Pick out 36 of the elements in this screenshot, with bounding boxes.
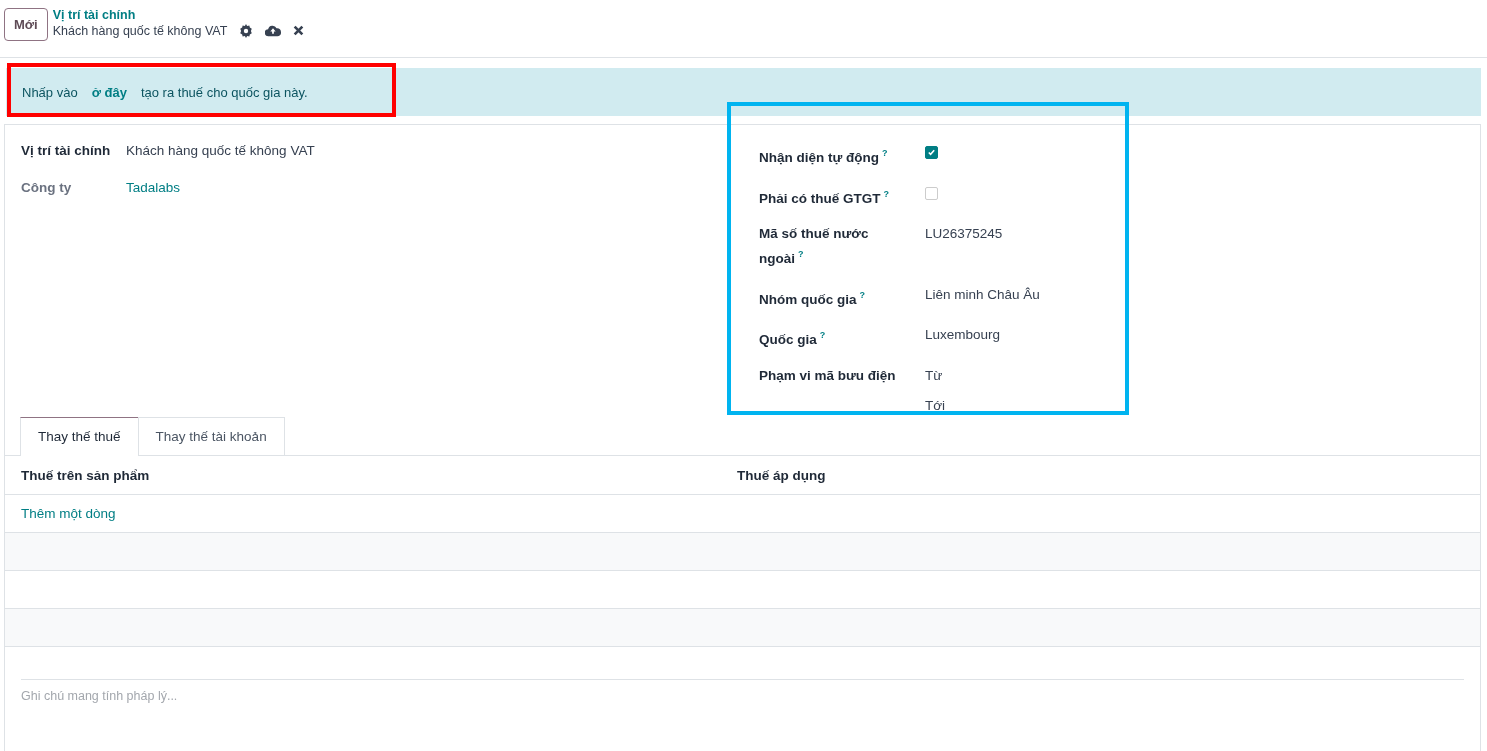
field-label: Mã số thuế nước ngoài $^{?}$ <box>759 225 870 268</box>
add-line-link[interactable]: Thêm một dòng <box>21 506 116 521</box>
breadcrumb-link[interactable]: Vị trí tài chính <box>52 6 305 23</box>
field-label: Phải có thuế GTGT $^{?}$ <box>759 187 890 207</box>
range-field[interactable]: Tới <box>925 395 1480 416</box>
tab[interactable]: Thay thế thuế <box>20 417 139 456</box>
field-label: Nhóm quốc gia $^{?}$ <box>759 288 866 309</box>
help-tooltip[interactable]: ? <box>883 188 889 199</box>
here-link[interactable]: ở đây <box>91 84 127 100</box>
range-field[interactable]: Từ <box>925 365 1480 386</box>
new-button[interactable]: Mới <box>4 8 48 41</box>
close-icon[interactable] <box>293 25 305 36</box>
field-label: Vị trí tài chính <box>21 143 112 160</box>
field-label: Quốc gia $^{?}$ <box>759 329 827 349</box>
field-label: Nhận diện tự động $^{?}$ <box>759 147 889 167</box>
cloud-upload-icon[interactable] <box>265 23 282 38</box>
field-value: Liên minh Châu Âu <box>925 285 1041 304</box>
column-header: Thuế áp dụng <box>737 467 827 483</box>
field-value: LU26375245 <box>925 225 1004 243</box>
help-tooltip[interactable]: ? <box>882 148 888 158</box>
field-value: Luxembourg <box>925 326 1002 344</box>
field-label: Công ty <box>21 180 73 197</box>
column-header: Thuế trên sản phẩm <box>21 467 151 483</box>
checkbox[interactable] <box>925 146 938 159</box>
help-tooltip[interactable]: ? <box>859 289 865 300</box>
alert-text: Nhấp vào <box>22 84 78 100</box>
help-tooltip[interactable]: ? <box>819 330 826 340</box>
field-value: Khách hàng quốc tế không VAT <box>126 143 316 160</box>
alert-text: tạo ra thuế cho quốc gia này. <box>140 84 308 100</box>
tab[interactable]: Thay thế tài khoản <box>137 417 285 455</box>
company-link[interactable]: Tadalabs <box>126 180 741 217</box>
help-tooltip[interactable]: ? <box>798 249 804 259</box>
check-icon <box>927 148 936 157</box>
field-label: Phạm vi mã bưu điện <box>759 366 897 385</box>
record-name: Khách hàng quốc tế không VAT <box>52 22 228 39</box>
gear-icon[interactable] <box>239 23 254 38</box>
